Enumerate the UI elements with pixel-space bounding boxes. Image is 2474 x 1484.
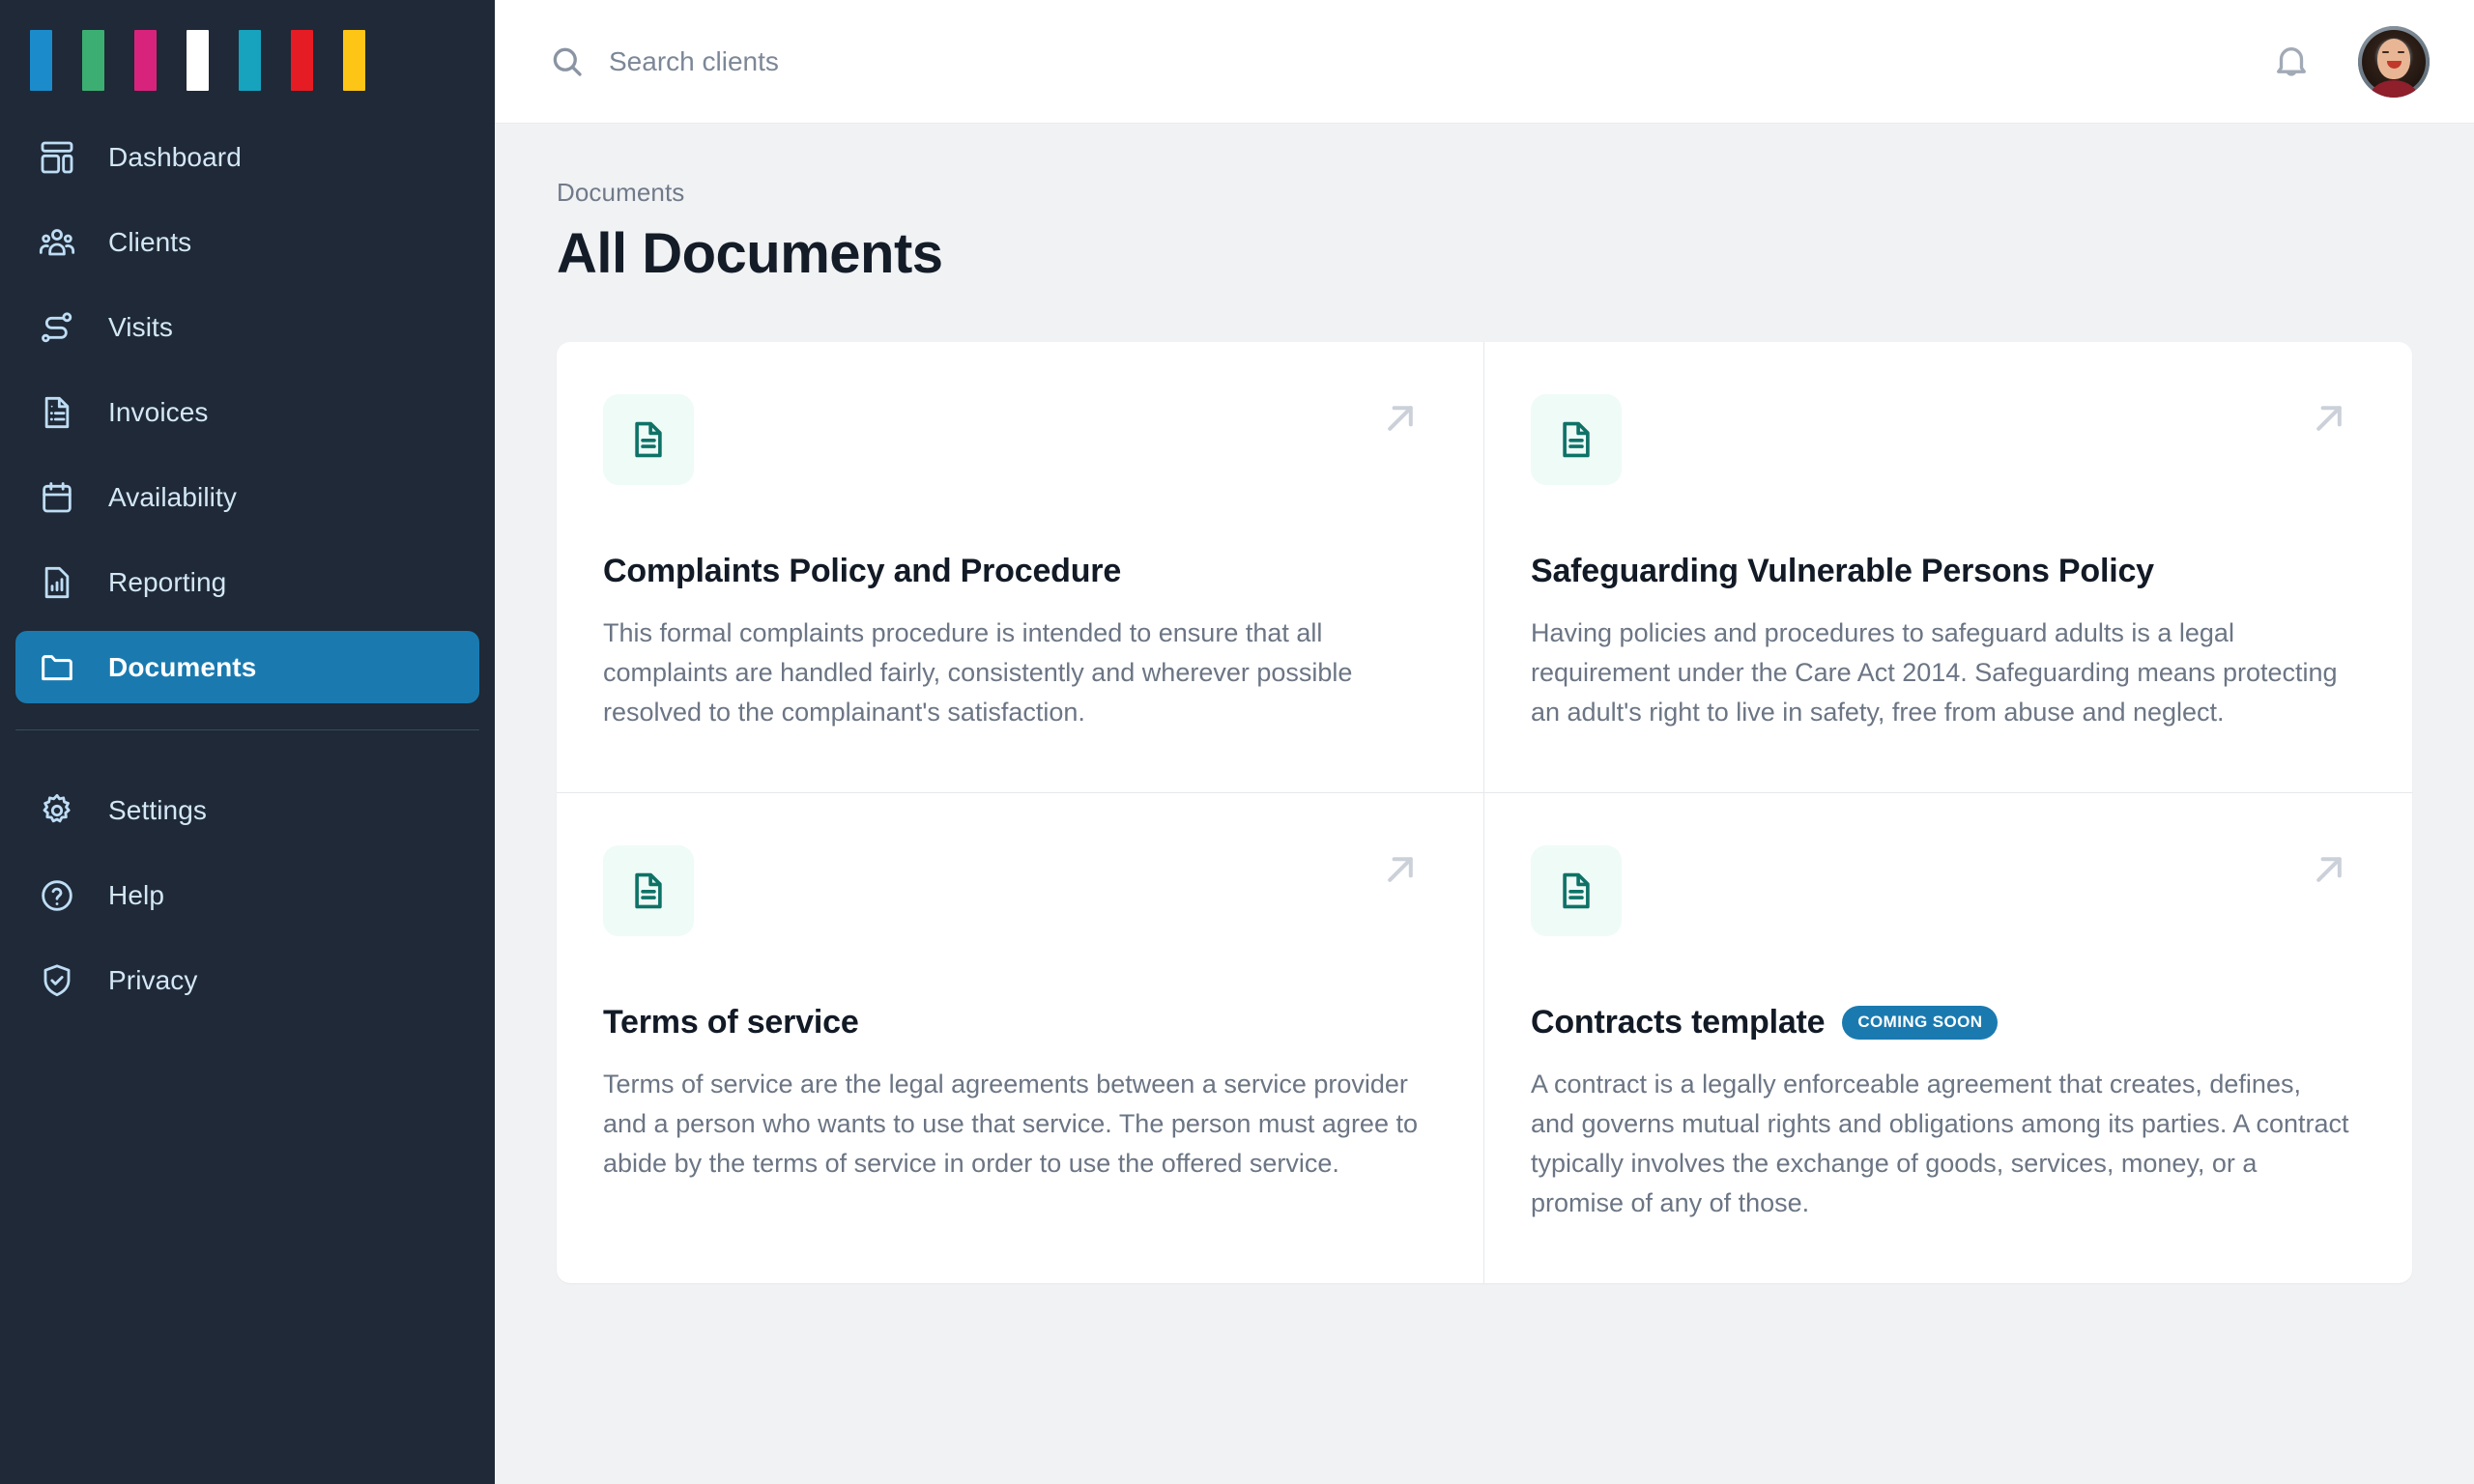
avatar[interactable] xyxy=(2358,25,2430,98)
document-title: Safeguarding Vulnerable Persons Policy xyxy=(1531,553,2154,589)
sidebar-item-label: Help xyxy=(108,879,164,910)
logo-bar-red xyxy=(291,30,313,91)
shield-check-icon xyxy=(38,961,76,1000)
app-logo[interactable] xyxy=(0,0,495,121)
document-card[interactable]: Safeguarding Vulnerable Persons Policy H… xyxy=(1484,342,2412,793)
document-card[interactable]: Complaints Policy and Procedure This for… xyxy=(557,342,1484,793)
search-icon xyxy=(549,43,586,80)
status-badge: COMING SOON xyxy=(1842,1006,1999,1040)
topbar-actions xyxy=(2271,25,2430,98)
page-content: Documents All Documents Complaints Polic… xyxy=(495,124,2474,1484)
document-card[interactable]: Terms of service Terms of service are th… xyxy=(557,793,1484,1283)
documents-grid: Complaints Policy and Procedure This for… xyxy=(557,342,2412,1283)
document-card[interactable]: Contracts template COMING SOON A contrac… xyxy=(1484,793,2412,1283)
avatar-eye-left xyxy=(2382,50,2389,53)
arrow-up-right-icon[interactable] xyxy=(1377,395,1424,442)
page-title: All Documents xyxy=(557,222,943,285)
document-title: Terms of service xyxy=(603,1004,859,1041)
logo-bar-magenta xyxy=(134,30,157,91)
sidebar-item-privacy[interactable]: Privacy xyxy=(15,944,479,1016)
main-area: Documents All Documents xyxy=(495,0,2474,1484)
logo-bar-blue xyxy=(30,30,52,91)
document-description: Having policies and procedures to safegu… xyxy=(1531,618,2338,727)
document-title-row: Complaints Policy and Procedure xyxy=(603,553,1422,590)
route-icon xyxy=(38,308,76,347)
logo-bar-teal xyxy=(239,30,261,91)
document-title-row: Safeguarding Vulnerable Persons Policy xyxy=(1531,553,2350,590)
avatar-eye-right xyxy=(2398,50,2404,53)
logo-bar-white xyxy=(187,30,209,91)
sidebar-item-label: Visits xyxy=(108,311,173,342)
topbar xyxy=(495,0,2474,124)
document-description: This formal complaints procedure is inte… xyxy=(603,618,1353,727)
sidebar: Dashboard Clients Visits Invoices Availa… xyxy=(0,0,495,1484)
sidebar-item-label: Privacy xyxy=(108,964,198,995)
sidebar-divider xyxy=(15,729,479,730)
sidebar-item-dashboard[interactable]: Dashboard xyxy=(15,121,479,193)
search-bar[interactable] xyxy=(549,43,2271,80)
app-root: Dashboard Clients Visits Invoices Availa… xyxy=(0,0,2474,1484)
sidebar-item-label: Availability xyxy=(108,481,237,512)
arrow-up-right-icon[interactable] xyxy=(2306,846,2352,893)
document-description: A contract is a legally enforceable agre… xyxy=(1531,1070,2349,1217)
avatar-face xyxy=(2377,38,2410,79)
document-title-row: Contracts template COMING SOON xyxy=(1531,1004,2350,1042)
folder-icon xyxy=(38,648,76,687)
bell-icon[interactable] xyxy=(2271,42,2312,82)
logo-bar-green xyxy=(82,30,104,91)
gear-icon xyxy=(38,791,76,830)
users-icon xyxy=(38,223,76,262)
document-title: Complaints Policy and Procedure xyxy=(603,553,1122,589)
question-circle-icon xyxy=(38,876,76,915)
arrow-up-right-icon[interactable] xyxy=(1377,846,1424,893)
sidebar-item-label: Settings xyxy=(108,794,207,825)
logo-bar-yellow xyxy=(343,30,365,91)
sidebar-item-label: Documents xyxy=(108,651,257,682)
sidebar-item-label: Invoices xyxy=(108,396,209,427)
sidebar-item-availability[interactable]: Availability xyxy=(15,461,479,533)
sidebar-item-label: Clients xyxy=(108,226,192,257)
dashboard-icon xyxy=(38,138,76,177)
calendar-icon xyxy=(38,478,76,517)
document-icon xyxy=(603,845,694,936)
sidebar-item-reporting[interactable]: Reporting xyxy=(15,546,479,618)
sidebar-item-invoices[interactable]: Invoices xyxy=(15,376,479,448)
document-title-row: Terms of service xyxy=(603,1004,1422,1042)
sidebar-item-documents[interactable]: Documents xyxy=(15,631,479,703)
document-title: Contracts template xyxy=(1531,1004,1826,1041)
document-icon xyxy=(1531,394,1622,485)
sidebar-item-label: Dashboard xyxy=(108,141,242,172)
document-description: Terms of service are the legal agreement… xyxy=(603,1070,1418,1178)
arrow-up-right-icon[interactable] xyxy=(2306,395,2352,442)
report-chart-icon xyxy=(38,563,76,602)
sidebar-item-clients[interactable]: Clients xyxy=(15,206,479,278)
search-input[interactable] xyxy=(609,45,1285,77)
document-icon xyxy=(1531,845,1622,936)
sidebar-item-help[interactable]: Help xyxy=(15,859,479,931)
sidebar-item-visits[interactable]: Visits xyxy=(15,291,479,363)
sidebar-item-label: Reporting xyxy=(108,566,227,597)
document-icon xyxy=(603,394,694,485)
sidebar-item-settings[interactable]: Settings xyxy=(15,774,479,846)
invoice-icon xyxy=(38,393,76,432)
breadcrumb[interactable]: Documents xyxy=(557,178,2420,208)
sidebar-nav: Dashboard Clients Visits Invoices Availa… xyxy=(0,121,495,1029)
